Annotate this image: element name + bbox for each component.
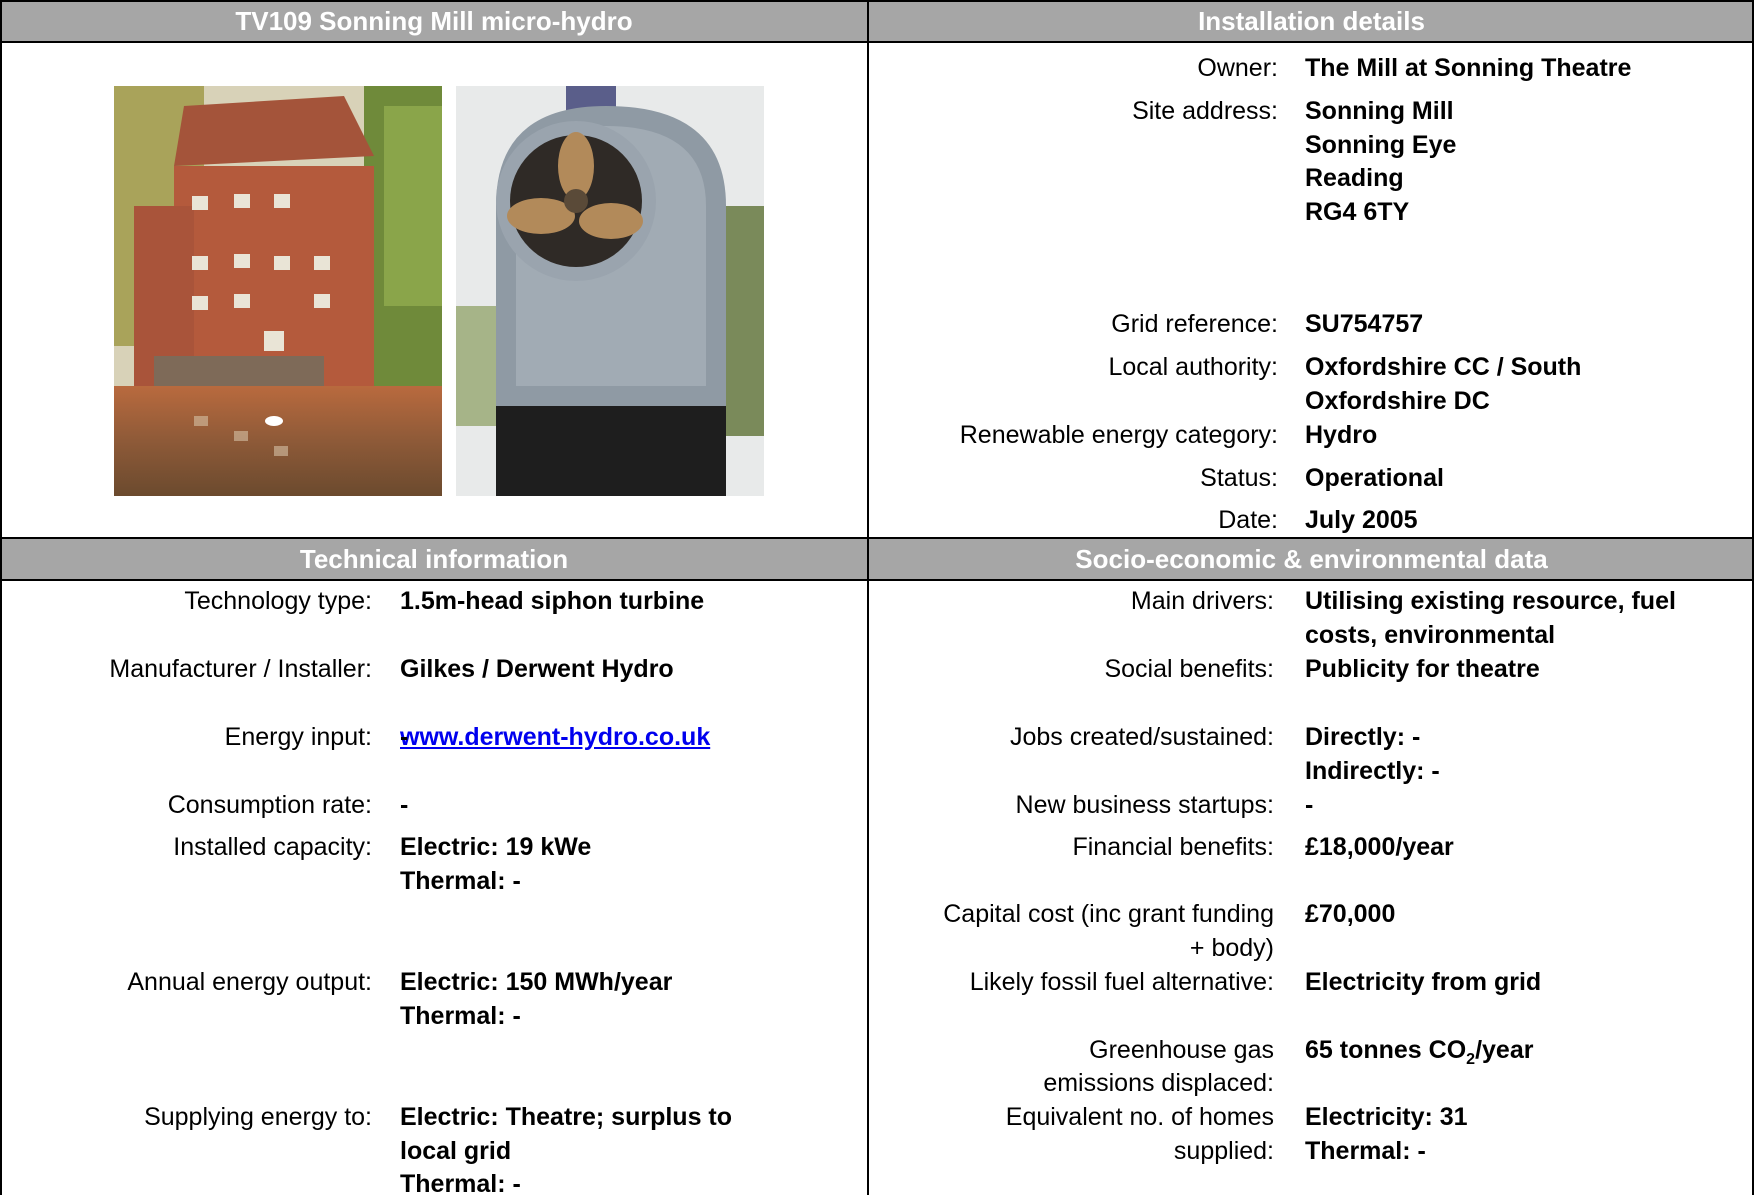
owner-label: Owner: <box>1197 54 1278 82</box>
table-border-mid-2 <box>0 537 1754 539</box>
installed-capacity-line-2: Thermal: - <box>400 867 521 895</box>
manufacturer-value: Gilkes / Derwent Hydro <box>400 655 674 683</box>
ghg-displaced-label-line-1: Greenhouse gas <box>1089 1036 1274 1064</box>
table-border-mid-1 <box>0 41 1754 43</box>
installed-capacity-label: Installed capacity: <box>173 833 372 861</box>
jobs-created-line-2: Indirectly: - <box>1305 757 1440 785</box>
technical-information-header: Technical information <box>1 539 867 579</box>
capital-cost-label-line-2: + body) <box>1189 934 1274 962</box>
site-address-line-1: Sonning Mill <box>1305 97 1454 125</box>
date-value: July 2005 <box>1305 506 1418 534</box>
site-address-line-3: Reading <box>1305 164 1404 192</box>
project-title-header: TV109 Sonning Mill micro-hydro <box>1 1 867 41</box>
technology-type-value: 1.5m-head siphon turbine <box>400 587 705 615</box>
site-address-line-4: RG4 6TY <box>1305 198 1410 226</box>
energy-category-value: Hydro <box>1305 421 1378 449</box>
status-label: Status: <box>1200 464 1278 492</box>
energy-input-label: Energy input: <box>224 723 372 751</box>
ghg-value-main: 65 tonnes CO <box>1305 1036 1467 1064</box>
social-benefits-value: Publicity for theatre <box>1305 655 1540 683</box>
ghg-displaced-value: 65 tonnes CO2/year <box>1305 1033 1534 1068</box>
site-address-line-2: Sonning Eye <box>1305 131 1457 159</box>
annual-output-line-2: Thermal: - <box>400 1002 521 1030</box>
manufacturer-link[interactable]: www.derwent-hydro.co.uk <box>400 686 710 754</box>
local-authority-line-1: Oxfordshire CC / South <box>1305 353 1582 381</box>
consumption-rate-label: Consumption rate: <box>167 791 372 819</box>
main-drivers-label: Main drivers: <box>1130 587 1274 615</box>
ghg-value-unit: /year <box>1475 1036 1534 1064</box>
project-sheet: TV109 Sonning Mill micro-hydro Installat… <box>0 0 1754 1198</box>
jobs-created-label: Jobs created/sustained: <box>1009 723 1274 751</box>
business-startups-value: - <box>1305 791 1314 819</box>
energy-input-value: - <box>400 723 409 751</box>
installed-capacity-line-1: Electric: 19 kWe <box>400 833 592 861</box>
main-drivers-line-2: costs, environmental <box>1305 621 1556 649</box>
supplying-energy-line-3: Thermal: - <box>400 1170 521 1198</box>
status-value: Operational <box>1305 464 1444 492</box>
socio-economic-header: Socio-economic & environmental data <box>869 539 1754 579</box>
table-border-center <box>867 0 869 1195</box>
technology-type-label: Technology type: <box>184 587 372 615</box>
homes-supplied-label-line-1: Equivalent no. of homes <box>1005 1103 1274 1131</box>
local-authority-label: Local authority: <box>1108 353 1278 381</box>
homes-supplied-label-line-2: supplied: <box>1173 1137 1274 1165</box>
capital-cost-value: £70,000 <box>1305 900 1396 928</box>
annual-output-label: Annual energy output: <box>127 968 372 996</box>
supplying-energy-label: Supplying energy to: <box>144 1103 372 1131</box>
homes-supplied-line-2: Thermal: - <box>1305 1137 1426 1165</box>
ghg-displaced-label-line-2: emissions displaced: <box>1043 1069 1274 1097</box>
fossil-alternative-label: Likely fossil fuel alternative: <box>969 968 1274 996</box>
table-border-top <box>0 0 1754 2</box>
fossil-alternative-value: Electricity from grid <box>1305 968 1542 996</box>
main-drivers-line-1: Utilising existing resource, fuel <box>1305 587 1676 615</box>
homes-supplied-line-1: Electricity: 31 <box>1305 1103 1468 1131</box>
mill-building-photo <box>114 86 442 496</box>
annual-output-line-1: Electric: 150 MWh/year <box>400 968 673 996</box>
manufacturer-label: Manufacturer / Installer: <box>109 655 372 683</box>
manufacturer-website-link[interactable]: www.derwent-hydro.co.uk <box>400 723 710 751</box>
jobs-created-line-1: Directly: - <box>1305 723 1421 751</box>
energy-category-label: Renewable energy category: <box>959 421 1278 449</box>
business-startups-label: New business startups: <box>1015 791 1274 819</box>
supplying-energy-line-1: Electric: Theatre; surplus to <box>400 1103 733 1131</box>
consumption-rate-value: - <box>400 791 409 819</box>
local-authority-line-2: Oxfordshire DC <box>1305 387 1490 415</box>
supplying-energy-line-2: local grid <box>400 1137 512 1165</box>
owner-value: The Mill at Sonning Theatre <box>1305 54 1632 82</box>
financial-benefits-label: Financial benefits: <box>1072 833 1274 861</box>
ghg-value-subscript: 2 <box>1466 1051 1476 1068</box>
capital-cost-label-line-1: Capital cost (inc grant funding <box>943 900 1274 928</box>
table-border-mid-3 <box>0 579 1754 581</box>
social-benefits-label: Social benefits: <box>1104 655 1274 683</box>
siphon-turbine-photo <box>456 86 764 496</box>
installation-details-header: Installation details <box>869 1 1754 41</box>
financial-benefits-value: £18,000/year <box>1305 833 1454 861</box>
grid-reference-value: SU754757 <box>1305 310 1424 338</box>
date-label: Date: <box>1218 506 1278 534</box>
grid-reference-label: Grid reference: <box>1111 310 1278 338</box>
site-address-label: Site address: <box>1132 97 1278 125</box>
